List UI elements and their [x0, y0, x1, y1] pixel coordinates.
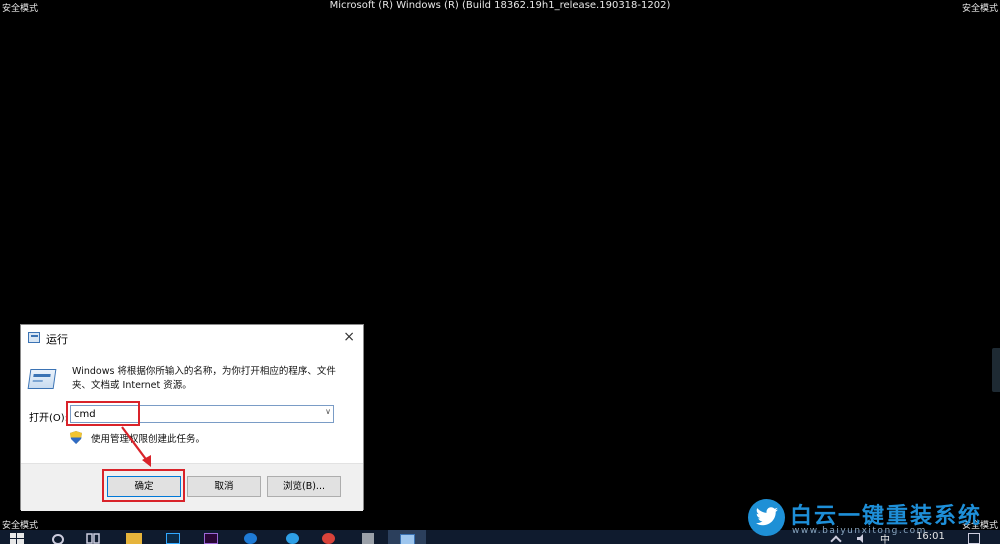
chevron-down-icon[interactable]: ∨ [325, 407, 331, 416]
run-icon [28, 332, 40, 343]
dialog-description: Windows 将根据你所输入的名称，为你打开相应的程序、文件夹、文档或 Int… [72, 366, 336, 391]
close-icon[interactable]: × [343, 329, 355, 345]
browse-button[interactable]: 浏览(B)... [267, 476, 341, 497]
run-taskbar-icon[interactable] [388, 530, 426, 544]
twitter-bird-logo-icon [748, 499, 785, 536]
premiere-icon[interactable] [204, 533, 218, 544]
qq-browser-icon[interactable] [286, 533, 299, 544]
build-string: Microsoft (R) Windows (R) (Build 18362.1… [329, 0, 671, 11]
open-label: 打开(O): [29, 413, 69, 424]
ok-highlight-box [102, 469, 185, 502]
windows-start-icon[interactable] [10, 533, 24, 544]
annotation-arrow-icon [121, 426, 151, 467]
dialog-title: 运行 [46, 333, 68, 346]
file-explorer-icon[interactable] [126, 533, 142, 544]
watermark: 白云一键重装系统 www.baiyunxitong.com [748, 496, 992, 540]
cmd-highlight-box [66, 401, 140, 426]
safe-mode-label-top-right: 安全模式 [961, 4, 998, 14]
chrome-icon[interactable] [322, 533, 335, 544]
task-view-icon[interactable] [86, 533, 100, 544]
search-icon[interactable] [52, 534, 64, 544]
watermark-url: www.baiyunxitong.com [792, 526, 927, 536]
settings-tool-icon[interactable] [362, 533, 374, 544]
dialog-titlebar[interactable]: 运行 × [21, 325, 363, 351]
shield-icon [70, 431, 82, 444]
run-program-icon [27, 369, 57, 389]
cancel-button[interactable]: 取消 [187, 476, 261, 497]
side-panel-handle[interactable] [992, 348, 1000, 392]
edge-browser-icon[interactable] [244, 533, 257, 544]
photoshop-icon[interactable] [166, 533, 180, 544]
